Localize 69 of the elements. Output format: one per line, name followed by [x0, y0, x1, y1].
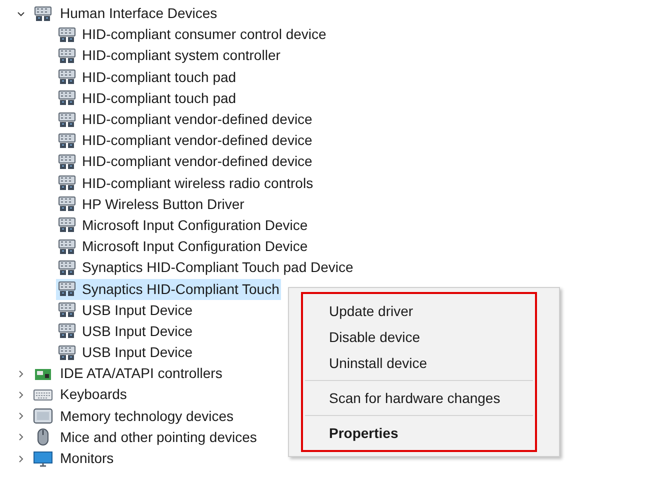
tree-item[interactable]: Mice and other pointing devices — [60, 426, 257, 448]
tree-item[interactable]: HID-compliant touch pad — [56, 66, 238, 88]
hid-device-icon — [34, 6, 52, 22]
menu-item[interactable]: Uninstall device — [303, 350, 535, 376]
hid-device-icon — [58, 302, 76, 318]
chevron-right-icon[interactable] — [16, 432, 26, 442]
device-name: HP Wireless Button Driver — [82, 194, 244, 214]
mouse-icon — [36, 428, 50, 446]
device-name: USB Input Device — [82, 322, 192, 341]
device-name: Synaptics HID-Compliant Touch pad Device — [82, 258, 354, 278]
device-name: HID-compliant system controller — [82, 46, 280, 66]
chevron-right-icon[interactable] — [16, 368, 26, 379]
tree-item[interactable]: Microsoft Input Configuration Device — [56, 214, 310, 236]
hid-device-icon — [58, 48, 76, 64]
device-name: HID-compliant consumer control device — [82, 25, 326, 44]
menu-item[interactable]: Update driver — [303, 298, 535, 324]
chevron-right-icon[interactable] — [16, 390, 26, 400]
device-name: HID-compliant wireless radio controls — [82, 174, 314, 193]
device-name: Synaptics HID-Compliant Touch — [82, 280, 280, 299]
menu-item[interactable]: Scan for hardware changes — [303, 385, 535, 411]
tree-item[interactable]: HP Wireless Button Driver — [56, 194, 246, 215]
tree-item[interactable]: Human Interface Devices — [60, 3, 218, 24]
tree-item[interactable]: HID-compliant consumer control device — [56, 24, 328, 46]
chevron-right-icon[interactable] — [16, 454, 26, 464]
tree-item[interactable]: HID-compliant touch pad — [56, 88, 238, 109]
device-name: HID-compliant touch pad — [82, 88, 236, 108]
hid-device-icon — [58, 132, 76, 149]
hid-device-icon — [58, 238, 76, 255]
tree-item[interactable]: HID-compliant vendor-defined device — [56, 151, 314, 172]
chevron-right-icon[interactable] — [16, 411, 26, 422]
hid-device-icon — [58, 217, 76, 234]
tree-item[interactable]: HID-compliant system controller — [56, 45, 282, 66]
hid-device-icon — [58, 154, 76, 170]
tree-item[interactable]: Synaptics HID-Compliant Touch — [56, 278, 282, 300]
device-name: Microsoft Input Configuration Device — [82, 237, 308, 256]
device-name: HID-compliant vendor-defined device — [82, 110, 312, 130]
hid-device-icon — [58, 260, 76, 276]
device-name: HID-compliant vendor-defined device — [82, 131, 312, 150]
tree-item[interactable]: HID-compliant wireless radio controls — [56, 172, 316, 194]
tree-item[interactable]: USB Input Device — [56, 320, 194, 342]
menu-item[interactable]: Disable device — [303, 324, 535, 350]
tree-item[interactable]: Monitors — [60, 448, 114, 470]
hid-device-icon — [58, 69, 76, 86]
hid-device-icon — [58, 175, 76, 192]
tree-item[interactable]: HID-compliant vendor-defined device — [56, 109, 314, 130]
tree-item[interactable]: HID-compliant vendor-defined device — [56, 130, 314, 152]
keyboard-icon — [33, 388, 53, 402]
tree-item[interactable]: Keyboards — [60, 384, 127, 406]
hid-device-icon — [58, 196, 76, 212]
hid-device-icon — [58, 323, 76, 340]
hid-device-icon — [58, 90, 76, 106]
device-name: USB Input Device — [82, 300, 192, 320]
hid-device-icon — [58, 26, 76, 43]
monitor-icon — [33, 450, 53, 467]
device-name: Microsoft Input Configuration Device — [82, 216, 308, 235]
hid-device-icon — [58, 112, 76, 128]
tree-item[interactable]: USB Input Device — [56, 300, 194, 321]
tree-item[interactable]: Synaptics HID-Compliant Touch pad Device — [56, 257, 356, 278]
device-name: USB Input Device — [82, 343, 192, 362]
memory-card-icon — [33, 408, 53, 424]
device-name: HID-compliant touch pad — [82, 68, 236, 87]
tree-item[interactable]: Memory technology devices — [60, 406, 234, 427]
hid-device-icon — [58, 344, 76, 361]
menu-item[interactable]: Properties — [303, 420, 535, 446]
tree-item[interactable]: USB Input Device — [56, 342, 194, 364]
hid-device-icon — [58, 281, 76, 298]
device-name: HID-compliant vendor-defined device — [82, 152, 312, 172]
tree-item[interactable]: Microsoft Input Configuration Device — [56, 236, 310, 258]
tree-item[interactable]: IDE ATA/ATAPI controllers — [60, 363, 222, 384]
